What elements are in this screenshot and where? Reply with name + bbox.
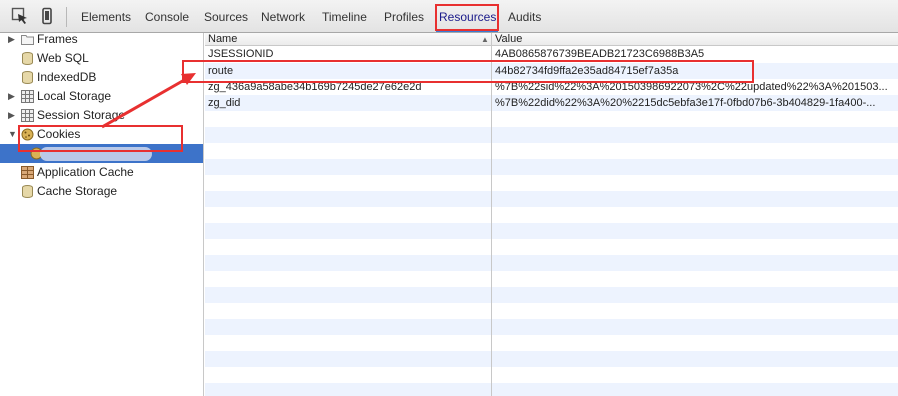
column-header-name[interactable]: Name bbox=[208, 33, 237, 46]
sidebar-item-label: Session Storage bbox=[37, 108, 126, 122]
table-stripe bbox=[205, 223, 898, 239]
sidebar-item-session-storage[interactable]: ▶ Session Storage bbox=[0, 106, 203, 125]
toolbar-divider bbox=[66, 7, 67, 27]
tab-profiles[interactable]: Profiles bbox=[384, 9, 424, 25]
tab-audits[interactable]: Audits bbox=[508, 9, 541, 25]
column-divider[interactable] bbox=[491, 33, 492, 396]
table-stripe bbox=[205, 191, 898, 207]
cookie-table: Name ▲ Value JSESSIONID 4AB0865876739BEA… bbox=[205, 33, 898, 396]
table-stripe bbox=[205, 351, 898, 367]
sidebar-item-label: IndexedDB bbox=[37, 70, 97, 84]
sidebar-item-label: Web SQL bbox=[37, 51, 89, 65]
annotation-box-route-row bbox=[182, 60, 754, 83]
table-stripe bbox=[205, 255, 898, 271]
tab-network[interactable]: Network bbox=[261, 9, 305, 25]
sort-ascending-icon[interactable]: ▲ bbox=[481, 35, 489, 44]
storage-grid-icon bbox=[21, 90, 34, 103]
resources-sidebar: ▶ Frames Web SQL IndexedDB ▶ Local Stora… bbox=[0, 30, 204, 396]
table-stripe bbox=[205, 287, 898, 303]
annotation-box-resources-tab bbox=[435, 4, 499, 31]
expand-triangle-icon[interactable]: ▶ bbox=[8, 30, 18, 49]
annotation-box-cookies bbox=[18, 125, 183, 152]
cookie-name: JSESSIONID bbox=[208, 48, 274, 60]
tab-elements[interactable]: Elements bbox=[81, 9, 131, 25]
table-stripe bbox=[205, 159, 898, 175]
inspect-element-icon[interactable] bbox=[11, 7, 29, 25]
cookie-name: zg_did bbox=[208, 97, 241, 109]
folder-icon bbox=[21, 35, 34, 45]
database-icon bbox=[22, 71, 33, 84]
database-icon bbox=[22, 185, 33, 198]
expand-triangle-icon[interactable]: ▶ bbox=[8, 87, 18, 106]
device-mode-icon[interactable] bbox=[38, 7, 56, 25]
expand-triangle-icon[interactable]: ▶ bbox=[8, 106, 18, 125]
sidebar-item-application-cache[interactable]: Application Cache bbox=[0, 163, 203, 182]
sidebar-item-label: Local Storage bbox=[37, 89, 112, 103]
table-header: Name ▲ Value bbox=[205, 33, 898, 46]
application-cache-icon bbox=[21, 166, 34, 179]
sidebar-item-indexeddb[interactable]: IndexedDB bbox=[0, 68, 203, 87]
tab-console[interactable]: Console bbox=[145, 9, 189, 25]
tab-timeline[interactable]: Timeline bbox=[322, 9, 367, 25]
storage-grid-icon bbox=[21, 109, 34, 122]
tab-sources[interactable]: Sources bbox=[204, 9, 248, 25]
sidebar-item-frames[interactable]: ▶ Frames bbox=[0, 30, 203, 49]
sidebar-item-local-storage[interactable]: ▶ Local Storage bbox=[0, 87, 203, 106]
cookie-value: 4AB0865876739BEADB21723C6988B3A5 bbox=[495, 48, 705, 60]
table-stripe bbox=[205, 127, 898, 143]
sidebar-item-label: Frames bbox=[37, 32, 78, 46]
table-row[interactable]: zg_did %7B%22did%22%3A%20%2215dc5ebfa3e1… bbox=[205, 95, 898, 111]
sidebar-item-label: Cache Storage bbox=[37, 184, 118, 198]
table-stripe bbox=[205, 383, 898, 396]
table-stripe bbox=[205, 319, 898, 335]
sidebar-item-cache-storage[interactable]: Cache Storage bbox=[0, 182, 203, 201]
sidebar-item-label: Application Cache bbox=[37, 165, 134, 179]
collapse-triangle-icon[interactable]: ▼ bbox=[8, 125, 18, 144]
database-icon bbox=[22, 52, 33, 65]
column-header-value[interactable]: Value bbox=[495, 33, 522, 46]
cookie-value: %7B%22did%22%3A%20%2215dc5ebfa3e17f-0fbd… bbox=[495, 97, 876, 109]
sidebar-item-web-sql[interactable]: Web SQL bbox=[0, 49, 203, 68]
